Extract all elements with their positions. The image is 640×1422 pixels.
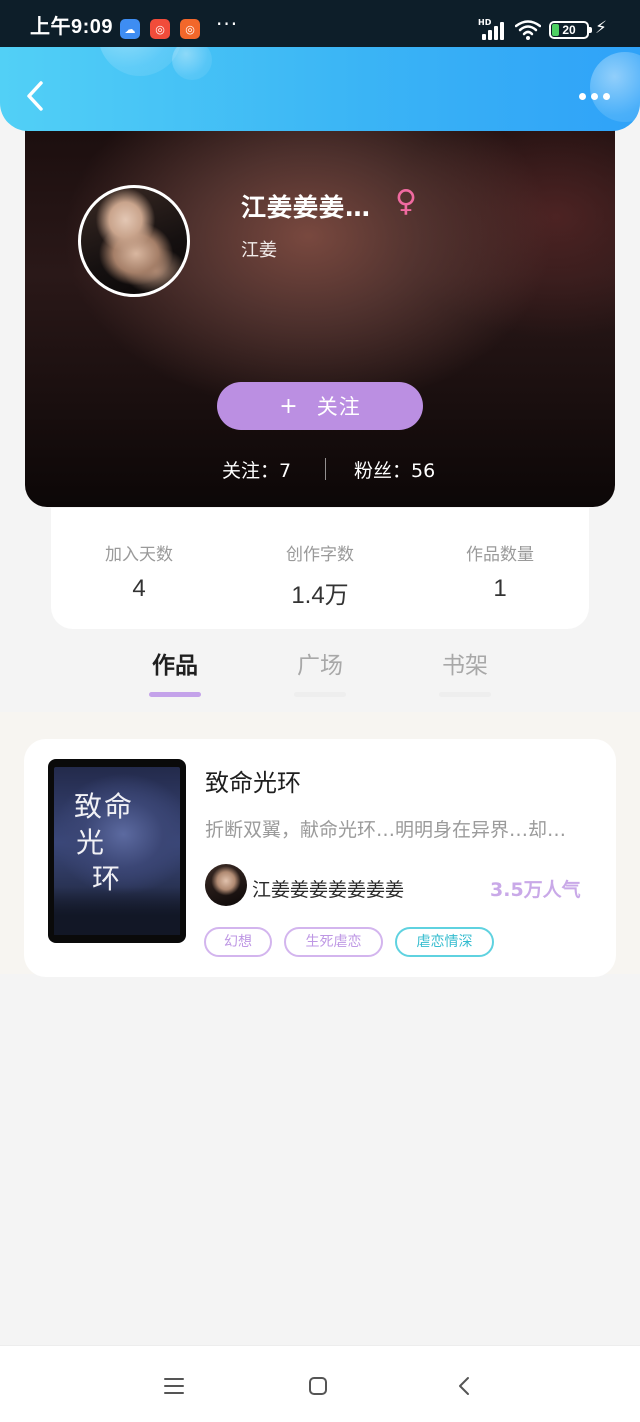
back-button[interactable]	[20, 78, 50, 114]
following-count[interactable]: 关注：7	[222, 456, 291, 483]
stat-label: 作品数量	[466, 545, 534, 565]
chevron-left-icon	[27, 81, 43, 111]
profile-nickname: 江姜姜姜…	[241, 193, 372, 222]
signal-icon: HD	[478, 18, 508, 40]
book-cover-title: 致命 光 环	[74, 790, 135, 895]
tab-bookshelf[interactable]: 书架	[425, 646, 505, 697]
female-icon: ♀	[395, 184, 417, 219]
stat-label: 创作字数	[286, 545, 354, 565]
tab-label: 作品	[152, 653, 198, 679]
stat-works-count: 作品数量 1	[420, 540, 580, 603]
profile-tabs: 作品 广场 书架	[0, 640, 640, 700]
notification-app-icon: ◎	[150, 19, 170, 39]
battery-level: 20	[562, 23, 576, 37]
recent-apps-button[interactable]	[158, 1370, 190, 1402]
network-type-label: HD	[478, 18, 492, 27]
top-header: 上午9:09 ☁ ◎ ◎ ··· HD 20 ⚡	[0, 0, 640, 131]
stat-value: 1.4万	[291, 582, 349, 609]
follow-stats: 关注：7 粉丝：56	[25, 454, 615, 484]
more-dots-icon	[578, 92, 586, 100]
tab-label: 广场	[297, 653, 343, 679]
follow-button-label: 关注	[316, 395, 361, 419]
tag-life-death-romance[interactable]: 生死虐恋	[284, 927, 383, 957]
book-card[interactable]: 致命 光 环 致命光环 折断双翼，献命光环…明明身在异界…却… 江姜姜姜姜姜姜姜…	[24, 739, 616, 977]
stats-divider	[325, 458, 326, 480]
status-bar: 上午9:09 ☁ ◎ ◎ ··· HD 20 ⚡	[0, 0, 640, 47]
tab-underline	[439, 692, 491, 697]
follow-button[interactable]: + 关注	[217, 382, 423, 430]
home-square-icon	[309, 1377, 327, 1395]
more-button[interactable]	[572, 82, 616, 110]
author-avatar[interactable]	[205, 864, 247, 906]
tab-underline	[149, 692, 201, 697]
book-cover[interactable]: 致命 光 环	[48, 759, 186, 943]
plus-icon: +	[279, 393, 299, 419]
status-more-icon: ···	[216, 12, 239, 36]
tag-fantasy[interactable]: 幻想	[204, 927, 272, 957]
notification-app-icon: ◎	[180, 19, 200, 39]
battery-icon: 20	[549, 21, 592, 39]
fans-count[interactable]: 粉丝：56	[354, 456, 435, 483]
status-time: 上午9:09	[30, 16, 114, 38]
back-triangle-icon	[459, 1377, 469, 1395]
menu-icon	[164, 1378, 184, 1394]
profile-avatar[interactable]	[78, 185, 190, 297]
wifi-icon	[515, 20, 541, 40]
stat-join-days: 加入天数 4	[59, 540, 219, 603]
stat-word-count: 创作字数 1.4万	[240, 540, 400, 610]
cloud-app-icon: ☁	[120, 19, 140, 39]
charging-icon: ⚡	[595, 18, 607, 38]
system-navigation-bar	[0, 1345, 640, 1422]
tab-underline	[294, 692, 346, 697]
stat-value: 4	[132, 575, 146, 602]
tab-label: 书架	[442, 653, 488, 679]
tag-deep-tragic-love[interactable]: 虐恋情深	[395, 927, 494, 957]
battery-level-fill	[552, 24, 559, 36]
book-description: 折断双翼，献命光环…明明身在异界…却…	[205, 819, 567, 841]
system-back-button[interactable]	[448, 1370, 480, 1402]
stat-label: 加入天数	[105, 545, 173, 565]
tab-square[interactable]: 广场	[280, 646, 360, 697]
author-name[interactable]: 江姜姜姜姜姜姜姜	[252, 875, 404, 902]
book-title[interactable]: 致命光环	[205, 763, 301, 798]
profile-card: 江姜姜姜… ♀ 江姜 + 关注 关注：7 粉丝：56	[25, 120, 615, 507]
profile-username: 江姜	[241, 240, 277, 261]
stats-box: 加入天数 4 创作字数 1.4万 作品数量 1	[51, 508, 589, 629]
popularity-count: 3.5万人气	[490, 879, 581, 901]
tab-works[interactable]: 作品	[135, 646, 215, 697]
home-button[interactable]	[302, 1370, 334, 1402]
stat-value: 1	[493, 575, 507, 602]
